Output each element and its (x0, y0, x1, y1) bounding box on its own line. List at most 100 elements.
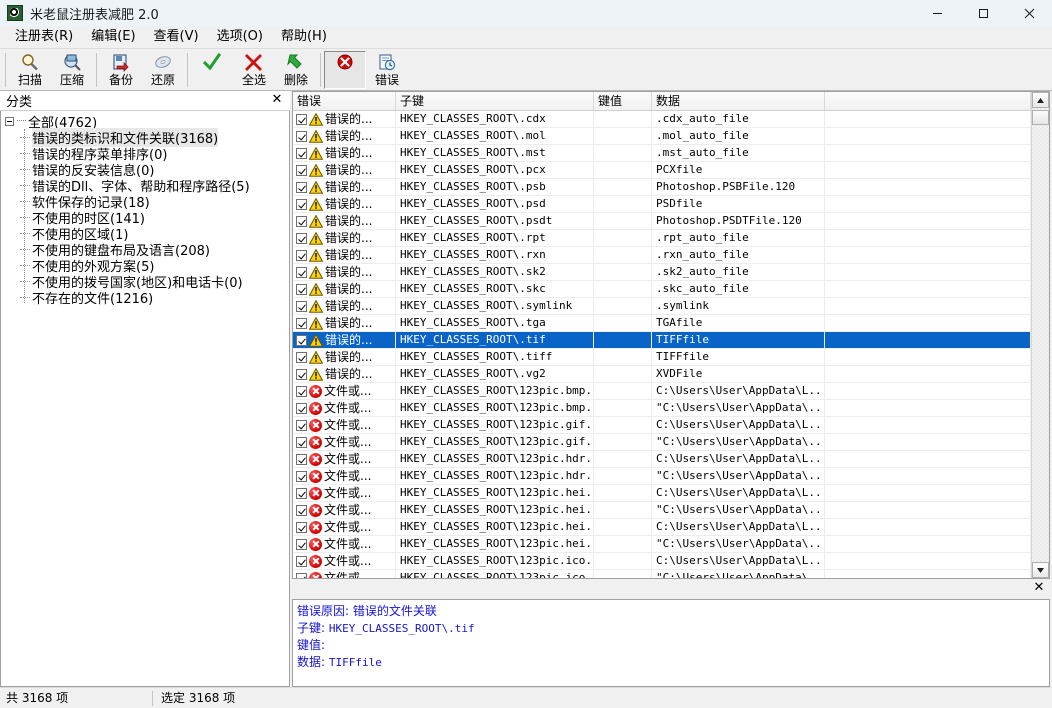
toolbar-errors-button[interactable] (324, 50, 366, 89)
row-checkbox[interactable] (296, 504, 307, 516)
cell-error: 错误的... (293, 196, 396, 212)
row-checkbox[interactable] (296, 487, 307, 499)
menu-options[interactable]: 选项(O) (208, 27, 272, 47)
tree-item-label: 不存在的文件(1216) (32, 291, 154, 307)
table-row[interactable]: 错误的... HKEY_CLASSES_ROOT\.vg2 XVDFile (293, 366, 1031, 383)
row-checkbox[interactable] (296, 130, 307, 142)
row-checkbox[interactable] (296, 368, 307, 380)
collapse-expander-icon[interactable] (5, 116, 14, 126)
row-checkbox[interactable] (296, 198, 307, 210)
table-row[interactable]: 文件或... HKEY_CLASSES_ROOT\123pic.bmp... C:\… (293, 383, 1031, 400)
list-vertical-scrollbar[interactable] (1031, 92, 1049, 578)
column-header-extra[interactable] (825, 92, 1031, 110)
category-tree[interactable]: 全部(4762) 错误的类标识和文件关联(3168) 错误的程序菜单排序(0) … (0, 111, 290, 687)
scroll-down-button[interactable] (1032, 562, 1049, 578)
table-row[interactable]: 文件或... HKEY_CLASSES_ROOT\123pic.bmp... "C:… (293, 400, 1031, 417)
table-row[interactable]: 错误的... HKEY_CLASSES_ROOT\.pcx PCXfile (293, 162, 1031, 179)
table-row[interactable]: 文件或... HKEY_CLASSES_ROOT\123pic.hdr... C:\… (293, 451, 1031, 468)
table-row[interactable]: 错误的... HKEY_CLASSES_ROOT\.sk2 .sk2_auto_fi… (293, 264, 1031, 281)
row-checkbox[interactable] (296, 555, 307, 567)
table-row[interactable]: 错误的... HKEY_CLASSES_ROOT\.tga TGAfile (293, 315, 1031, 332)
toolbar-undo-button[interactable]: 删除 (275, 51, 317, 89)
table-row[interactable]: 文件或... HKEY_CLASSES_ROOT\123pic.hei... "C:… (293, 502, 1031, 519)
row-checkbox[interactable] (296, 266, 307, 278)
row-checkbox[interactable] (296, 317, 307, 329)
toolbar-restore-button[interactable]: 还原 (142, 51, 184, 89)
detail-line-keyvalue: 键值: (297, 637, 1049, 654)
table-row[interactable]: 错误的... HKEY_CLASSES_ROOT\.rxn .rxn_auto_fi… (293, 247, 1031, 264)
table-row[interactable]: 错误的... HKEY_CLASSES_ROOT\.mst .mst_auto_fi… (293, 145, 1031, 162)
cell-error-text: 错误的... (325, 129, 373, 143)
minimize-button[interactable] (914, 0, 960, 26)
table-row[interactable]: 错误的... HKEY_CLASSES_ROOT\.tiff TIFFfile (293, 349, 1031, 366)
table-row[interactable]: 文件或... HKEY_CLASSES_ROOT\123pic.hei... C:\… (293, 519, 1031, 536)
list-rows-container[interactable]: 错误的... HKEY_CLASSES_ROOT\.cdx .cdx_auto_fi… (293, 111, 1031, 578)
cell-extra (825, 349, 1031, 365)
scroll-thumb[interactable] (1032, 110, 1049, 125)
cell-data: .skc_auto_file (652, 281, 825, 297)
row-checkbox[interactable] (296, 572, 307, 578)
toolbar-backup-button[interactable]: 备份 (100, 51, 142, 89)
table-row[interactable]: 错误的... HKEY_CLASSES_ROOT\.rpt .rpt_auto_fi… (293, 230, 1031, 247)
menu-view[interactable]: 查看(V) (145, 27, 208, 47)
close-button[interactable] (1006, 0, 1052, 26)
row-checkbox[interactable] (296, 436, 307, 448)
table-row[interactable]: 文件或... HKEY_CLASSES_ROOT\123pic.ico... "C:… (293, 570, 1031, 578)
cell-error-text: 错误的... (325, 112, 373, 126)
toolbar-select-all-button[interactable] (191, 51, 233, 89)
table-row[interactable]: 文件或... HKEY_CLASSES_ROOT\123pic.hei... C:\… (293, 485, 1031, 502)
detail-panel-close-icon[interactable]: ✕ (1032, 580, 1046, 596)
column-header-error[interactable]: 错误 (293, 92, 396, 110)
column-header-subkey[interactable]: 子键 (396, 92, 594, 110)
row-checkbox[interactable] (296, 453, 307, 465)
row-checkbox[interactable] (296, 385, 307, 397)
scroll-track[interactable] (1032, 108, 1049, 562)
toolbar-delete-button[interactable]: 全选 (233, 51, 275, 89)
table-row[interactable]: 文件或... HKEY_CLASSES_ROOT\123pic.gif... "C:… (293, 434, 1031, 451)
row-checkbox[interactable] (296, 181, 307, 193)
table-row[interactable]: 错误的... HKEY_CLASSES_ROOT\.symlink .symlink (293, 298, 1031, 315)
cell-error-text: 错误的... (325, 350, 373, 364)
row-checkbox[interactable] (296, 419, 307, 431)
table-row[interactable]: 错误的... HKEY_CLASSES_ROOT\.psdt Photoshop.P… (293, 213, 1031, 230)
row-checkbox[interactable] (296, 283, 307, 295)
row-checkbox[interactable] (296, 147, 307, 159)
row-checkbox[interactable] (296, 215, 307, 227)
table-row[interactable]: 错误的... HKEY_CLASSES_ROOT\.skc .skc_auto_fi… (293, 281, 1031, 298)
row-checkbox[interactable] (296, 164, 307, 176)
row-checkbox[interactable] (296, 538, 307, 550)
row-checkbox[interactable] (296, 334, 307, 346)
tree-item-nonexistent-files[interactable]: 不存在的文件(1216) (1, 289, 289, 307)
menu-registry[interactable]: 注册表(R) (6, 27, 82, 47)
column-header-keyvalue[interactable]: 键值 (594, 92, 652, 110)
table-row[interactable]: 文件或... HKEY_CLASSES_ROOT\123pic.gif... C:\… (293, 417, 1031, 434)
table-row[interactable]: 错误的... HKEY_CLASSES_ROOT\.psb Photoshop.PS… (293, 179, 1031, 196)
toolbar-history-button[interactable]: 错误 (366, 51, 408, 89)
row-checkbox[interactable] (296, 351, 307, 363)
row-checkbox[interactable] (296, 113, 307, 125)
table-row[interactable]: 文件或... HKEY_CLASSES_ROOT\123pic.hdr... "C:… (293, 468, 1031, 485)
row-checkbox[interactable] (296, 521, 307, 533)
column-header-data[interactable]: 数据 (652, 92, 825, 110)
table-row[interactable]: 文件或... HKEY_CLASSES_ROOT\123pic.ico... C:\… (293, 553, 1031, 570)
cell-keyvalue (594, 349, 652, 365)
table-row[interactable]: 错误的... HKEY_CLASSES_ROOT\.tif TIFFfile (293, 332, 1031, 349)
row-checkbox[interactable] (296, 232, 307, 244)
row-checkbox[interactable] (296, 300, 307, 312)
table-row[interactable]: 错误的... HKEY_CLASSES_ROOT\.mol .mol_auto_fi… (293, 128, 1031, 145)
scroll-up-button[interactable] (1032, 92, 1049, 108)
maximize-button[interactable] (960, 0, 1006, 26)
menu-help[interactable]: 帮助(H) (272, 27, 336, 47)
toolbar-compress-button[interactable]: 压缩 (51, 51, 93, 89)
row-checkbox[interactable] (296, 249, 307, 261)
toolbar-separator (96, 52, 97, 87)
menu-edit[interactable]: 编辑(E) (82, 27, 144, 47)
table-row[interactable]: 文件或... HKEY_CLASSES_ROOT\123pic.hei... "C:… (293, 536, 1031, 553)
table-row[interactable]: 错误的... HKEY_CLASSES_ROOT\.psd PSDfile (293, 196, 1031, 213)
table-row[interactable]: 错误的... HKEY_CLASSES_ROOT\.cdx .cdx_auto_fi… (293, 111, 1031, 128)
cell-error-text: 错误的... (325, 265, 373, 279)
category-panel-close-icon[interactable]: ✕ (270, 92, 284, 108)
row-checkbox[interactable] (296, 470, 307, 482)
toolbar-scan-button[interactable]: 扫描 (9, 51, 51, 89)
row-checkbox[interactable] (296, 402, 307, 414)
